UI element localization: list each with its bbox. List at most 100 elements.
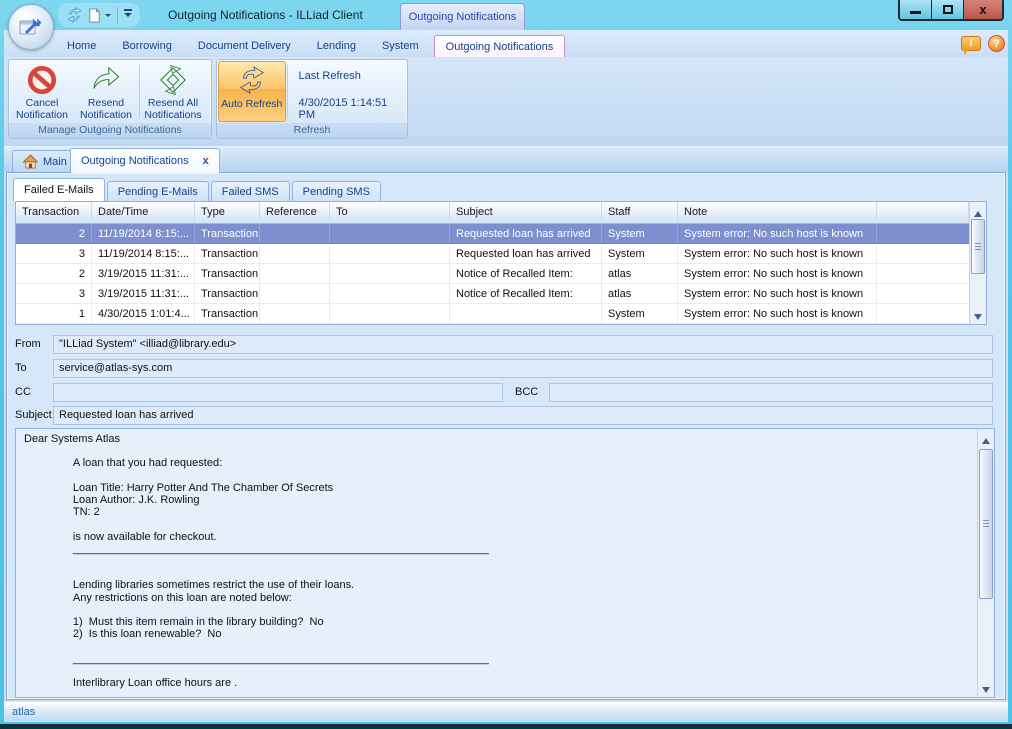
scroll-up-button[interactable] — [970, 202, 986, 218]
quick-access-toolbar — [58, 3, 140, 27]
ribbon-tab-document-delivery[interactable]: Document Delivery — [187, 35, 302, 57]
subtab-failed-emails[interactable]: Failed E-Mails — [13, 178, 105, 201]
cc-field[interactable] — [53, 383, 503, 402]
from-row: From "ILLiad System" <illiad@library.edu… — [7, 335, 1005, 354]
window-controls: x — [898, 0, 1004, 21]
table-header-row: Transaction Date/Time Type Reference To … — [16, 202, 969, 224]
cell-to — [330, 264, 450, 284]
col-note[interactable]: Note — [678, 202, 877, 224]
scroll-down-button[interactable] — [970, 308, 986, 324]
col-type[interactable]: Type — [195, 202, 260, 224]
ribbon-tab-system[interactable]: System — [371, 35, 430, 57]
cell-subject: Notice of Recalled Item: — [450, 264, 602, 284]
table-row[interactable]: 2 3/19/2015 11:31:... Transaction Notice… — [16, 264, 969, 284]
from-field[interactable]: "ILLiad System" <illiad@library.edu> — [53, 335, 993, 354]
button-separator — [139, 65, 140, 118]
tab-outgoing-notifications[interactable]: Outgoing Notifications x — [70, 148, 220, 173]
minimize-button[interactable] — [900, 0, 932, 19]
resend-notification-icon — [91, 65, 121, 95]
refresh-icon — [66, 7, 83, 24]
cell-type: Transaction — [195, 304, 260, 324]
to-field[interactable]: service@atlas-sys.com — [53, 359, 993, 378]
col-staff[interactable]: Staff — [602, 202, 678, 224]
cancel-notification-icon — [27, 65, 57, 95]
cell-note: System error: No such host is known — [678, 224, 877, 244]
ribbon-tab-borrowing[interactable]: Borrowing — [111, 35, 183, 57]
cell-subject: Requested loan has arrived — [450, 224, 602, 244]
table-vertical-scrollbar[interactable] — [969, 202, 986, 324]
subtab-failed-sms[interactable]: Failed SMS — [211, 181, 290, 201]
cell-staff: System — [602, 224, 678, 244]
col-subject[interactable]: Subject — [450, 202, 602, 224]
button-separator — [287, 65, 288, 118]
cell-to — [330, 244, 450, 264]
auto-refresh-icon — [237, 66, 267, 96]
email-vertical-scrollbar[interactable] — [977, 429, 994, 697]
tab-main[interactable]: Main — [12, 150, 78, 172]
close-tab-icon[interactable]: x — [203, 155, 209, 167]
close-button[interactable]: x — [964, 0, 1002, 19]
cell-datetime: 3/19/2015 11:31:... — [92, 264, 195, 284]
cell-staff: System — [602, 304, 678, 324]
col-datetime[interactable]: Date/Time — [92, 202, 195, 224]
cell-subject: Notice of Recalled Item: — [450, 284, 602, 304]
col-reference[interactable]: Reference — [260, 202, 330, 224]
subject-field[interactable]: Requested loan has arrived — [53, 406, 993, 425]
cell-transaction: 3 — [16, 284, 92, 304]
ribbon-tab-outgoing-notifications[interactable]: Outgoing Notifications — [434, 35, 566, 57]
table-row[interactable]: 2 11/19/2014 8:15:... Transaction Reques… — [16, 224, 969, 244]
last-refresh-time: 4/30/2015 1:14:51 PM — [299, 97, 406, 121]
scroll-down-button[interactable] — [978, 681, 994, 697]
notifications-table: Transaction Date/Time Type Reference To … — [15, 201, 987, 325]
cell-datetime: 11/19/2014 8:15:... — [92, 224, 195, 244]
col-to[interactable]: To — [330, 202, 450, 224]
subtab-pending-emails[interactable]: Pending E-Mails — [107, 181, 209, 201]
client-area: Home Borrowing Document Delivery Lending… — [4, 30, 1008, 722]
new-document-icon — [87, 8, 102, 23]
cell-note: System error: No such host is known — [678, 304, 877, 324]
ribbon-tab-home[interactable]: Home — [56, 35, 107, 57]
cell-transaction: 3 — [16, 244, 92, 264]
cc-label: CC — [15, 383, 31, 402]
col-transaction[interactable]: Transaction — [16, 202, 92, 224]
outgoing-notifications-panel: Failed E-Mails Pending E-Mails Failed SM… — [6, 172, 1006, 700]
help-button[interactable]: ? — [988, 35, 1005, 52]
auto-refresh-toggle[interactable]: Auto Refresh — [218, 61, 286, 122]
scroll-up-button[interactable] — [978, 429, 994, 445]
bcc-field[interactable] — [549, 383, 993, 402]
status-bar: atlas — [4, 702, 1008, 721]
about-button[interactable]: i — [961, 36, 981, 51]
table-row[interactable]: 3 3/19/2015 11:31:... Transaction Notice… — [16, 284, 969, 304]
scrollbar-thumb[interactable] — [979, 449, 993, 599]
table-row[interactable]: 1 4/30/2015 1:01:4... Transaction System… — [16, 304, 969, 324]
maximize-button[interactable] — [932, 0, 964, 19]
ribbon-tab-lending[interactable]: Lending — [306, 35, 367, 57]
contextual-tab-group-header: Outgoing Notifications — [400, 3, 525, 30]
cell-note: System error: No such host is known — [678, 244, 877, 264]
resend-all-notifications-button[interactable]: Resend All Notifications — [141, 61, 205, 122]
cell-subject — [450, 304, 602, 324]
email-body-text[interactable]: Dear Systems Atlas A loan that you had r… — [16, 429, 976, 697]
titlebar: Outgoing Notifications - ILLiad Client O… — [0, 0, 1012, 30]
cell-transaction: 2 — [16, 264, 92, 284]
last-refresh-info: Last Refresh 4/30/2015 1:14:51 PM — [289, 61, 406, 122]
col-blank — [877, 202, 969, 224]
illiad-client-window: Outgoing Notifications - ILLiad Client O… — [0, 0, 1012, 729]
cell-staff: atlas — [602, 264, 678, 284]
cell-type: Transaction — [195, 224, 260, 244]
ribbon: Cancel Notification Resend Notification … — [4, 57, 1008, 146]
notification-subtabs: Failed E-Mails Pending E-Mails Failed SM… — [13, 179, 383, 201]
last-refresh-label: Last Refresh — [299, 70, 406, 82]
qat-refresh-button[interactable] — [66, 5, 83, 25]
cancel-notification-button[interactable]: Cancel Notification — [10, 61, 74, 122]
cell-note: System error: No such host is known — [678, 284, 877, 304]
scrollbar-thumb[interactable] — [971, 219, 985, 274]
subtab-pending-sms[interactable]: Pending SMS — [292, 181, 381, 201]
table-row[interactable]: 3 11/19/2014 8:15:... Transaction Reques… — [16, 244, 969, 264]
window-frame-bottom — [0, 724, 1012, 729]
qat-customize-button[interactable] — [124, 5, 132, 25]
resend-notification-button[interactable]: Resend Notification — [74, 61, 138, 122]
arrow-up-icon — [974, 207, 982, 217]
qat-new-button[interactable] — [87, 5, 111, 25]
application-menu-button[interactable] — [8, 4, 54, 50]
